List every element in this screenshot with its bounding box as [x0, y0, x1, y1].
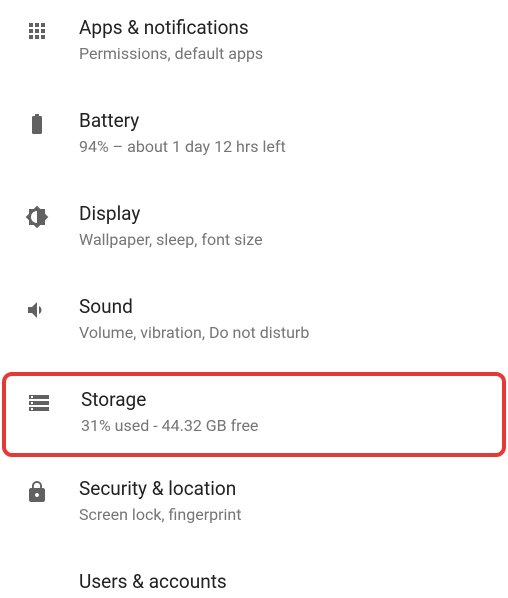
settings-item-display[interactable]: Display Wallpaper, sleep, font size: [0, 186, 508, 279]
storage-icon: [12, 391, 66, 415]
users-icon: [10, 573, 64, 597]
settings-item-title: Apps & notifications: [79, 17, 498, 40]
settings-item-sound[interactable]: Sound Volume, vibration, Do not disturb: [0, 279, 508, 372]
settings-list: Apps & notifications Permissions, defaul…: [0, 0, 508, 598]
settings-item-battery[interactable]: Battery 94% – about 1 day 12 hrs left: [0, 93, 508, 186]
settings-item-text: Battery 94% – about 1 day 12 hrs left: [64, 110, 498, 156]
settings-item-subtitle: Permissions, default apps: [79, 44, 498, 63]
apps-icon: [10, 19, 64, 43]
sound-icon: [10, 298, 64, 322]
settings-item-subtitle: Wallpaper, sleep, font size: [79, 230, 498, 249]
settings-item-text: Apps & notifications Permissions, defaul…: [64, 17, 498, 63]
settings-item-storage[interactable]: Storage 31% used - 44.32 GB free: [6, 376, 502, 453]
settings-item-subtitle: 94% – about 1 day 12 hrs left: [79, 137, 498, 156]
settings-item-title: Storage: [81, 389, 496, 412]
settings-item-title: Battery: [79, 110, 498, 133]
settings-item-apps[interactable]: Apps & notifications Permissions, defaul…: [0, 0, 508, 93]
display-icon: [10, 205, 64, 229]
settings-item-text: Security & location Screen lock, fingerp…: [64, 478, 498, 524]
settings-item-subtitle: Screen lock, fingerprint: [79, 505, 498, 524]
battery-icon: [10, 112, 64, 136]
settings-item-text: Sound Volume, vibration, Do not disturb: [64, 296, 498, 342]
settings-item-title: Security & location: [79, 478, 498, 501]
lock-icon: [10, 480, 64, 504]
settings-item-title: Sound: [79, 296, 498, 319]
settings-item-text: Storage 31% used - 44.32 GB free: [66, 389, 496, 435]
highlight-box: Storage 31% used - 44.32 GB free: [2, 372, 506, 457]
settings-item-text: Users & accounts: [64, 571, 498, 598]
settings-item-subtitle: Volume, vibration, Do not disturb: [79, 323, 498, 342]
settings-item-security[interactable]: Security & location Screen lock, fingerp…: [0, 461, 508, 554]
settings-item-subtitle: 31% used - 44.32 GB free: [81, 416, 496, 435]
settings-item-title: Users & accounts: [79, 571, 498, 594]
settings-item-text: Display Wallpaper, sleep, font size: [64, 203, 498, 249]
settings-item-users[interactable]: Users & accounts: [0, 554, 508, 598]
settings-item-title: Display: [79, 203, 498, 226]
